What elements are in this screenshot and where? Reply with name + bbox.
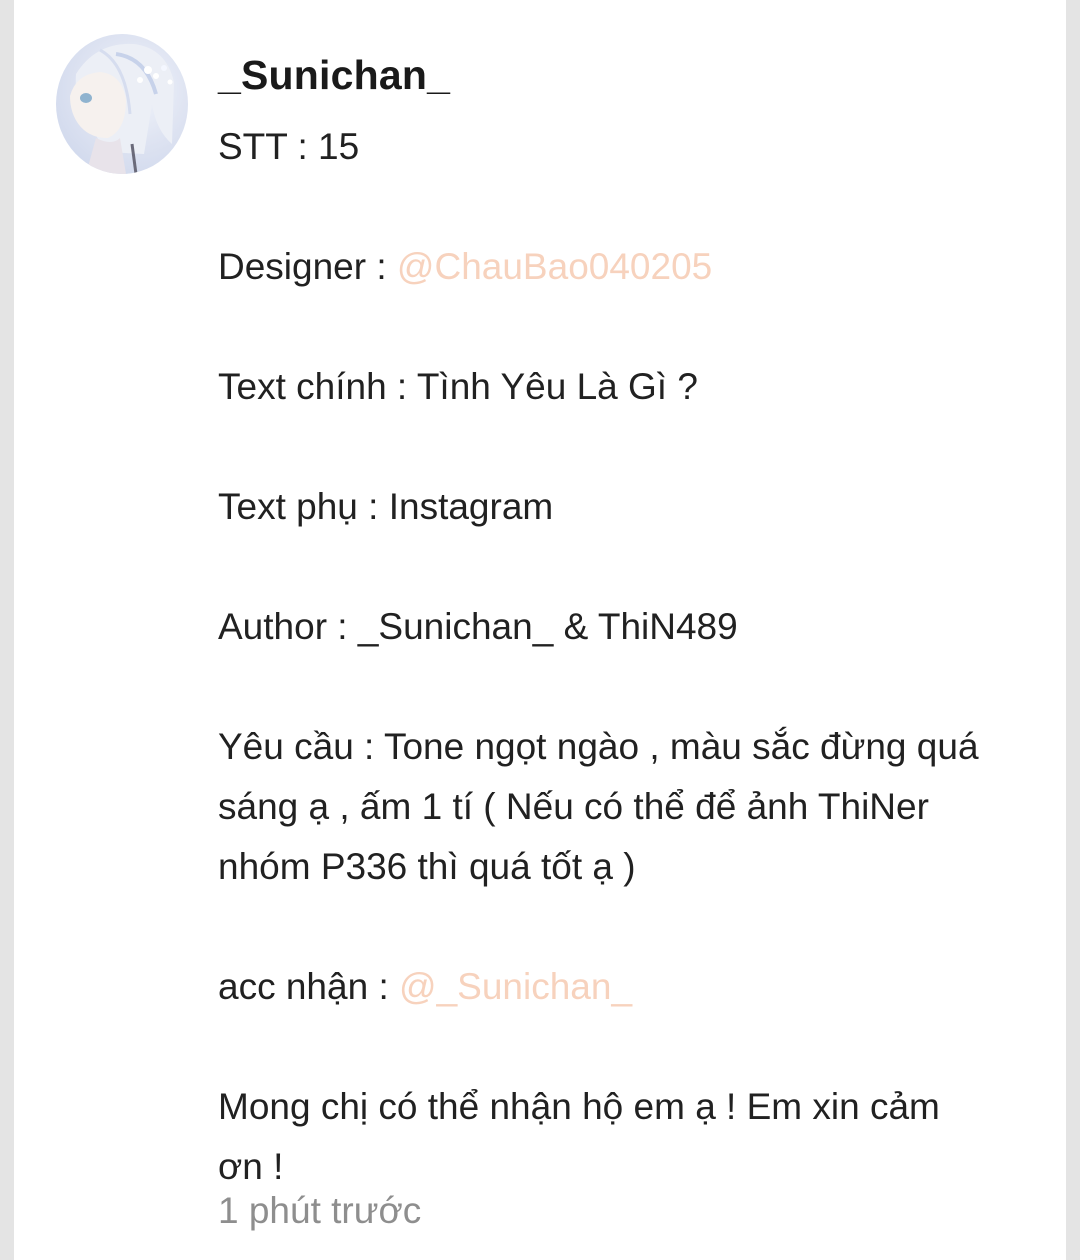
designer-mention-link[interactable]: @ChauBao040205 xyxy=(397,246,712,287)
avatar-illustration xyxy=(70,43,174,174)
username[interactable]: _Sunichan_ xyxy=(218,52,450,99)
stt-line: STT : 15 xyxy=(218,126,360,167)
closing-line-1: Mong chị có thể nhận hộ em ạ ! Em xin cả… xyxy=(218,1086,940,1127)
receiver-mention-link[interactable]: @_Sunichan_ xyxy=(399,966,632,1007)
receiver-label: acc nhận : xyxy=(218,966,400,1007)
closing-line-2: ơn ! xyxy=(218,1146,284,1187)
sub-text-line: Text phụ : Instagram xyxy=(218,486,554,527)
receiver-line: acc nhận : @_Sunichan_ xyxy=(218,957,1038,1017)
timestamp: 1 phút trước xyxy=(218,1190,422,1231)
request-line-1: Yêu cầu : Tone ngọt ngào , màu sắc đừng … xyxy=(218,726,979,767)
request-line-3: nhóm P336 thì quá tốt ạ ) xyxy=(218,846,636,887)
designer-label: Designer : xyxy=(218,246,397,287)
request-line-2: sáng ạ , ấm 1 tí ( Nếu có thể để ảnh Thi… xyxy=(218,786,929,827)
author-line: Author : _Sunichan_ & ThiN489 xyxy=(218,606,738,647)
designer-line: Designer : @ChauBao040205 xyxy=(218,237,1038,297)
avatar[interactable] xyxy=(56,34,188,174)
main-text-line: Text chính : Tình Yêu Là Gì ? xyxy=(218,366,698,407)
comment-card: _Sunichan_ STT : 15 Designer : @ChauBao0… xyxy=(14,0,1066,1260)
comment-body: STT : 15 Designer : @ChauBao040205 Text … xyxy=(218,117,1038,1197)
